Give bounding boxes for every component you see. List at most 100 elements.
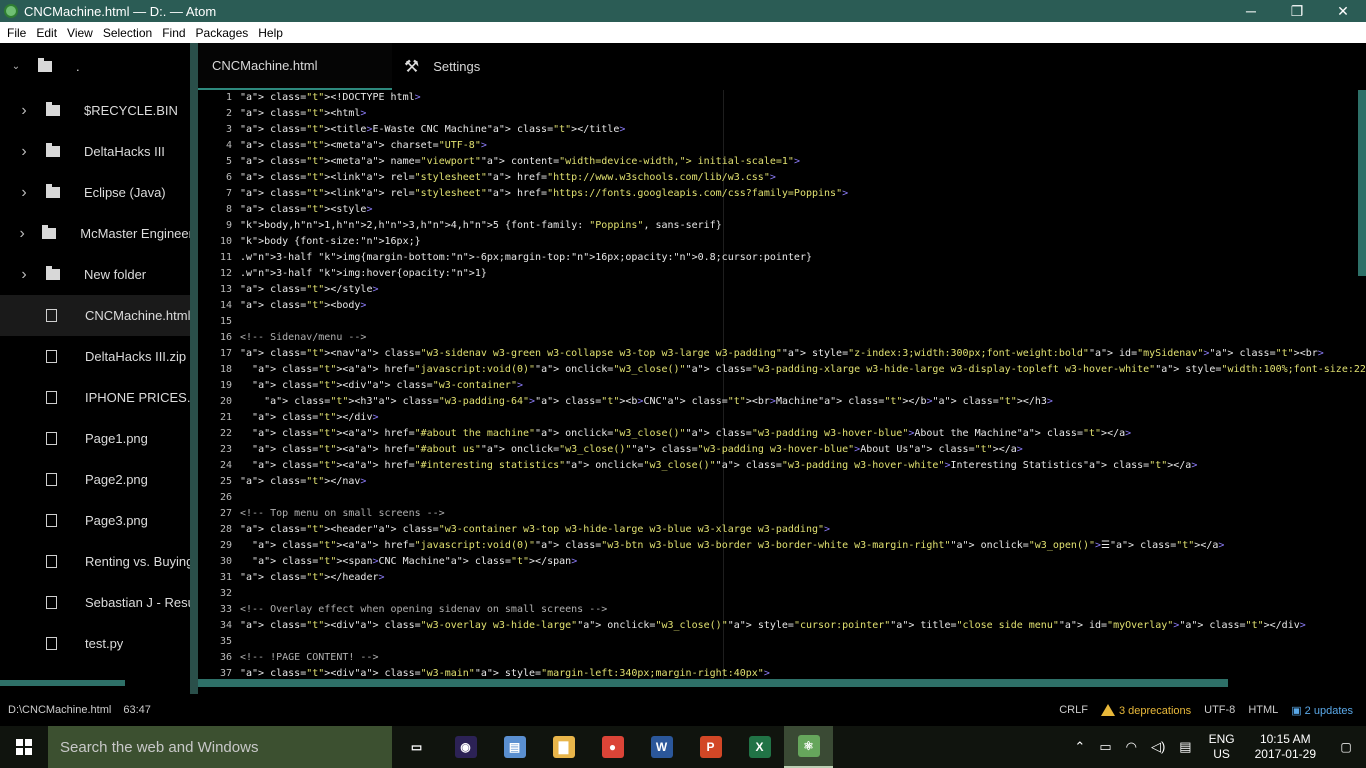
code-line[interactable]: "a"> class="t"></header> xyxy=(240,570,1350,586)
tree-file[interactable]: Sebastian J - Resume xyxy=(0,582,190,623)
code-line[interactable]: <!-- Overlay effect when opening sidenav… xyxy=(240,602,1350,618)
code-line[interactable]: "k">body,h"n">1,h"n">2,h"n">3,h"n">4,h"n… xyxy=(240,218,1350,234)
code-line[interactable]: "a"> class="t"><link"a"> rel="stylesheet… xyxy=(240,186,1350,202)
code-line[interactable]: "a"> class="t"></style> xyxy=(240,282,1350,298)
tree-horizontal-scrollbar[interactable] xyxy=(0,680,125,686)
minimize-button[interactable]: ─ xyxy=(1228,0,1274,22)
volume-icon[interactable]: ◁) xyxy=(1151,739,1165,755)
code-line[interactable]: <!-- Sidenav/menu --> xyxy=(240,330,1350,346)
code-area[interactable]: "a"> class="t"><!DOCTYPE html> "a"> class… xyxy=(240,90,1366,686)
taskbar-chrome[interactable]: ● xyxy=(588,726,637,768)
tree-file[interactable]: CNCMachine.html xyxy=(0,295,190,336)
clock[interactable]: 10:15 AM 2017-01-29 xyxy=(1255,732,1316,762)
search-box[interactable]: Search the web and Windows xyxy=(48,726,392,768)
code-editor[interactable]: 1 2 3 4 5 6 7 8 9 10 11 12 13 14 15 16 17 18 19 20 21 22 23 24 2… xyxy=(198,90,1366,686)
code-line[interactable] xyxy=(240,314,1350,330)
code-line[interactable]: "a"> class="t"><link"a"> rel="stylesheet… xyxy=(240,170,1350,186)
tree-file[interactable]: test.py xyxy=(0,623,190,664)
taskbar-word[interactable]: W xyxy=(637,726,686,768)
cursor-position[interactable]: 63:47 xyxy=(123,704,151,716)
code-line[interactable]: "a"> class="t"><meta"a"> name="viewport"… xyxy=(240,154,1350,170)
tree-file[interactable]: IPHONE PRICES.docx xyxy=(0,377,190,418)
file-path[interactable]: D:\CNCMachine.html xyxy=(8,704,111,716)
menu-file[interactable]: File xyxy=(2,26,31,40)
code-line[interactable]: <!-- !PAGE CONTENT! --> xyxy=(240,650,1350,666)
taskbar-task-view[interactable]: ▭ xyxy=(392,726,441,768)
tree-file[interactable]: Page3.png xyxy=(0,500,190,541)
code-line[interactable]: "a"> class="t"><span>CNC Machine"a"> cla… xyxy=(240,554,1350,570)
menu-view[interactable]: View xyxy=(62,26,98,40)
code-line[interactable]: "a"> class="t"></nav> xyxy=(240,474,1350,490)
deprecations-indicator[interactable]: 3 deprecations xyxy=(1100,703,1191,717)
line-ending[interactable]: CRLF xyxy=(1059,704,1088,716)
code-line[interactable]: "a"> class="t"><nav"a"> class="w3-sidena… xyxy=(240,346,1350,362)
code-line[interactable]: .w"n">3-half "k">img{margin-bottom:"n">-… xyxy=(240,250,1350,266)
restore-button[interactable]: ❐ xyxy=(1274,0,1320,22)
menu-packages[interactable]: Packages xyxy=(191,26,254,40)
tree-file[interactable]: Renting vs. Buying xyxy=(0,541,190,582)
tree-folder[interactable]: › $RECYCLE.BIN xyxy=(0,90,190,131)
menu-find[interactable]: Find xyxy=(157,26,190,40)
tree-folder[interactable]: › DeltaHacks III xyxy=(0,131,190,172)
close-button[interactable]: ✕ xyxy=(1320,0,1366,22)
encoding[interactable]: UTF-8 xyxy=(1204,704,1235,716)
tree-item-label: Renting vs. Buying xyxy=(85,554,190,569)
battery-icon[interactable]: ▭ xyxy=(1099,739,1111,755)
tree-folder[interactable]: › Eclipse (Java) xyxy=(0,172,190,213)
taskbar-powerpoint[interactable]: P xyxy=(686,726,735,768)
code-line[interactable] xyxy=(240,490,1350,506)
start-button[interactable] xyxy=(0,726,48,768)
code-line[interactable]: "k">body {font-size:"n">16px;} xyxy=(240,234,1350,250)
tab-cncmachine-html[interactable]: CNCMachine.html xyxy=(198,43,392,90)
code-line[interactable]: "a"> class="t"><a"a"> href="javascript:v… xyxy=(240,538,1350,554)
code-line[interactable]: "a"> class="t"><a"a"> href="#about us""a… xyxy=(240,442,1350,458)
tree-item-label: DeltaHacks III xyxy=(84,144,165,159)
language-indicator[interactable]: ENG US xyxy=(1209,732,1235,762)
grammar[interactable]: HTML xyxy=(1248,704,1278,716)
code-line[interactable]: <!-- Top menu on small screens --> xyxy=(240,506,1350,522)
status-bar: D:\CNCMachine.html 63:47 CRLF 3 deprecat… xyxy=(0,694,1366,726)
code-line[interactable]: "a"> class="t"></div> xyxy=(240,410,1350,426)
taskbar-atom[interactable]: ⚛ xyxy=(784,726,833,768)
code-line[interactable]: "a"> class="t"><a"a"> href="#about the m… xyxy=(240,426,1350,442)
menu-selection[interactable]: Selection xyxy=(98,26,157,40)
tree-file[interactable]: Page1.png xyxy=(0,418,190,459)
code-line[interactable]: "a"> class="t"><meta"a"> charset="UTF-8"… xyxy=(240,138,1350,154)
code-line[interactable]: "a"> class="t"><!DOCTYPE html> xyxy=(240,90,1350,106)
code-line[interactable]: "a"> class="t"><a"a"> href="javascript:v… xyxy=(240,362,1366,378)
taskbar-file-explorer[interactable]: ▇ xyxy=(539,726,588,768)
tree-root[interactable]: ⌄ . xyxy=(0,46,190,87)
menu-edit[interactable]: Edit xyxy=(31,26,62,40)
tab-settings[interactable]: ⚒ Settings xyxy=(392,43,592,90)
code-line[interactable] xyxy=(240,586,1350,602)
code-line[interactable] xyxy=(240,634,1350,650)
code-line[interactable]: "a"> class="t"><div"a"> class="w3-overla… xyxy=(240,618,1350,634)
updates-label: 2 updates xyxy=(1304,704,1353,717)
notification-icon[interactable]: ▢ xyxy=(1326,740,1366,754)
editor-vertical-scrollbar[interactable] xyxy=(1358,90,1366,276)
chevron-up-icon[interactable]: ⌃ xyxy=(1074,739,1085,755)
taskbar-eclipse[interactable]: ◉ xyxy=(441,726,490,768)
code-line[interactable]: "a"> class="t"><a"a"> href="#interesting… xyxy=(240,458,1350,474)
code-line[interactable]: "a"> class="t"><title>E-Waste CNC Machin… xyxy=(240,122,1350,138)
code-line[interactable]: "a"> class="t"><header"a"> class="w3-con… xyxy=(240,522,1350,538)
taskbar-excel[interactable]: X xyxy=(735,726,784,768)
code-line[interactable]: "a"> class="t"><body> xyxy=(240,298,1350,314)
code-line[interactable]: "a"> class="t"><html> xyxy=(240,106,1350,122)
code-line[interactable]: "a"> class="t"><h3"a"> class="w3-padding… xyxy=(240,394,1350,410)
keyboard-icon[interactable]: ▤ xyxy=(1179,739,1191,755)
updates-indicator[interactable]: ▣ 2 updates xyxy=(1291,704,1353,717)
wifi-icon[interactable]: ◠ xyxy=(1126,739,1137,755)
tree-folder[interactable]: › McMaster Engineering xyxy=(0,213,190,254)
taskbar-file-app[interactable]: ▤ xyxy=(490,726,539,768)
code-line[interactable]: "a"> class="t"><style> xyxy=(240,202,1350,218)
code-line[interactable]: .w"n">3-half "k">img:hover{opacity:"n">1… xyxy=(240,266,1350,282)
tree-folder[interactable]: › New folder xyxy=(0,254,190,295)
tree-file[interactable]: DeltaHacks III.zip xyxy=(0,336,190,377)
editor-horizontal-scrollbar[interactable] xyxy=(198,679,1228,687)
panel-resize-handle[interactable] xyxy=(190,43,198,694)
chevron-right-icon: › xyxy=(19,224,25,242)
menu-help[interactable]: Help xyxy=(253,26,288,40)
tree-file[interactable]: Page2.png xyxy=(0,459,190,500)
code-line[interactable]: "a"> class="t"><div"a"> class="w3-contai… xyxy=(240,378,1350,394)
